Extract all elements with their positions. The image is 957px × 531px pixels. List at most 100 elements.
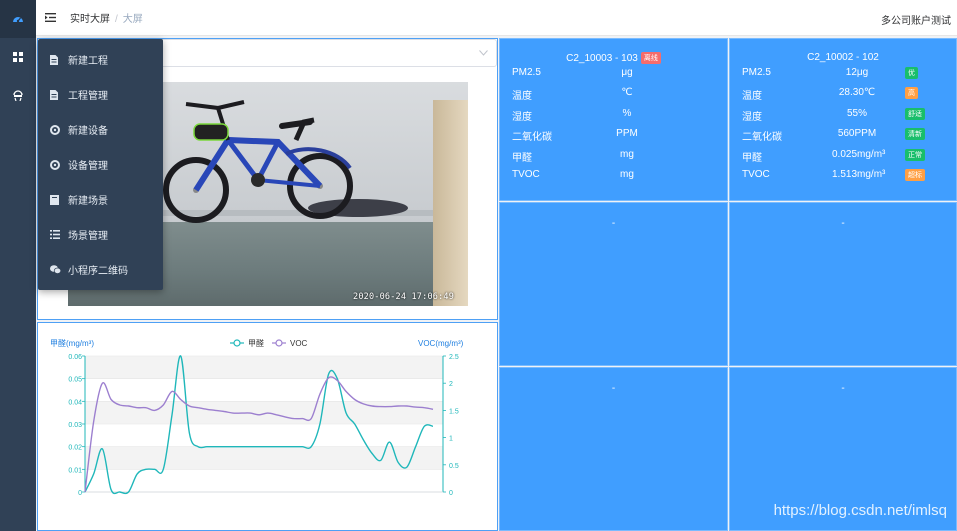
breadcrumb-item-realtime[interactable]: 实时大屏 <box>70 14 110 25</box>
menu-item-scene-management[interactable]: 场景管理 <box>38 217 163 252</box>
reading-value: mg <box>620 169 634 180</box>
crosshair-icon <box>50 159 68 170</box>
wechat-icon <box>50 265 68 274</box>
reading-value: mg <box>620 149 634 160</box>
device-tile[interactable]: C2_10002 - 102 PM2.5 12μg 优温度 28.30℃ 高湿度 55% 舒… <box>729 38 957 201</box>
y-tick-left: 0.05 <box>68 377 82 384</box>
menu-item-miniprogram-qrcode[interactable]: 小程序二维码 <box>38 252 163 287</box>
user-icon[interactable] <box>0 76 36 114</box>
y-tick-left: 0.01 <box>68 467 82 474</box>
reading-label: PM2.5 <box>512 67 541 78</box>
top-bar: 实时大屏 / 大屏 多公司账户测试 <box>36 0 957 36</box>
menu-item-label: 场景管理 <box>68 231 108 242</box>
menu-fold-icon[interactable] <box>36 13 64 22</box>
y-tick-left: 0 <box>78 490 82 497</box>
menu-item-label: 新建工程 <box>68 56 108 67</box>
reading-row: 二氧化碳 PPM <box>512 128 727 143</box>
empty-device-tile[interactable]: - <box>499 202 728 366</box>
y-tick-right: 1.5 <box>449 408 459 415</box>
reading-value: 560PPM <box>837 128 877 139</box>
reading-row: 甲醛 mg <box>512 149 727 164</box>
grid-band <box>85 356 443 379</box>
y-tick-right: 1 <box>449 436 453 443</box>
menu-item-project-management[interactable]: 工程管理 <box>38 77 163 112</box>
reading-label: PM2.5 <box>742 67 771 78</box>
reading-value: 1.513mg/m³ <box>832 169 886 180</box>
reading-row: 二氧化碳 560PPM 清新 <box>742 128 956 143</box>
reading-row: PM2.5 12μg 优 <box>742 67 956 81</box>
placeholder-dash: - <box>611 218 616 229</box>
chevron-down-icon <box>479 48 488 58</box>
document-icon <box>50 89 68 100</box>
empty-device-tile[interactable]: - <box>499 367 728 531</box>
menu-item-label: 工程管理 <box>68 91 108 102</box>
status-badge-offline: 离线 <box>640 52 661 64</box>
y-tick-left: 0.06 <box>68 354 82 361</box>
reading-label: 甲醛 <box>742 153 762 164</box>
reading-row: TVOC mg <box>512 169 727 183</box>
reading-value: μg <box>621 67 633 78</box>
reading-status-badge: 清新 <box>905 128 925 140</box>
reading-label: 二氧化碳 <box>512 132 552 143</box>
nav-dropdown-menu: 新建工程 工程管理 新建设备 设备管理 新建场景 场景管理 小程序二维码 <box>38 39 163 290</box>
legend-item-formaldehyde[interactable]: 甲醛 <box>248 338 264 348</box>
account-name[interactable]: 多公司账户测试 <box>881 12 951 27</box>
grid-icon[interactable] <box>0 38 36 76</box>
device-tile[interactable]: C2_10003 - 103 离线 PM2.5 μg 温度 ℃ 湿度% 二氧化碳 PPM 甲醛 m… <box>499 38 728 201</box>
reading-row: 甲醛 0.025mg/m³ 正常 <box>742 149 956 164</box>
line-chart: 甲醛(mg/m³) VOC(mg/m³) 甲醛 VOC 0 0.01 0.02 0.0… <box>50 338 464 497</box>
reading-status-badge: 高 <box>905 87 918 99</box>
watermark: https://blog.csdn.net/imlsq <box>773 502 947 519</box>
placeholder-dash: - <box>841 218 845 229</box>
reading-row: 湿度 55% 舒适 <box>742 108 956 123</box>
menu-item-device-management[interactable]: 设备管理 <box>38 147 163 182</box>
reading-label: 温度 <box>512 91 532 102</box>
reading-row: PM2.5 μg <box>512 67 727 81</box>
breadcrumb-separator: / <box>115 14 118 25</box>
y-tick-left: 0.04 <box>68 399 82 406</box>
reading-value: ℃ <box>621 87 633 98</box>
menu-item-label: 新建场景 <box>68 196 108 207</box>
y-tick-left: 0.03 <box>68 422 82 429</box>
reading-row: 温度 ℃ <box>512 87 727 102</box>
y-tick-left: 0.02 <box>68 445 82 452</box>
reading-value: PPM <box>616 128 638 139</box>
breadcrumb-item-screen: 大屏 <box>122 14 143 25</box>
crosshair-icon <box>50 124 68 135</box>
reading-row: 湿度% <box>512 108 727 123</box>
reading-label: 二氧化碳 <box>742 132 782 143</box>
reading-status-badge: 超标 <box>905 169 925 181</box>
empty-device-tile[interactable]: - <box>729 202 957 366</box>
menu-item-label: 设备管理 <box>68 161 108 172</box>
legend-marker-voc <box>275 339 283 347</box>
menu-item-new-scene[interactable]: 新建场景 <box>38 182 163 217</box>
reading-value: % <box>622 108 632 119</box>
dashboard-icon[interactable] <box>0 0 36 38</box>
reading-row: TVOC 1.513mg/m³ 超标 <box>742 169 956 183</box>
menu-item-new-project[interactable]: 新建工程 <box>38 42 163 77</box>
air-quality-chart-card: 甲醛(mg/m³) VOC(mg/m³) 甲醛 VOC 0 0.01 0.02 0.0… <box>37 322 498 531</box>
menu-item-new-device[interactable]: 新建设备 <box>38 112 163 147</box>
grid-band <box>85 401 443 424</box>
reading-status-badge: 优 <box>905 67 918 79</box>
list-icon <box>50 230 68 239</box>
y-axis-right-label: VOC(mg/m³) <box>418 339 464 348</box>
menu-item-label: 新建设备 <box>68 126 108 137</box>
chart-legend[interactable]: 甲醛 VOC <box>230 338 308 348</box>
menu-item-label: 小程序二维码 <box>68 266 128 277</box>
device-title: C2_10003 - 103 离线 <box>500 52 727 64</box>
grid-band <box>85 446 443 470</box>
placeholder-dash: - <box>841 383 845 394</box>
reading-label: TVOC <box>742 169 770 180</box>
side-rail <box>0 0 36 531</box>
reading-value: 0.025mg/m³ <box>832 149 886 160</box>
reading-value: 28.30℃ <box>838 87 876 98</box>
reading-label: 湿度 <box>742 112 762 123</box>
legend-item-voc[interactable]: VOC <box>290 339 308 348</box>
reading-label: 湿度 <box>512 112 532 123</box>
document-icon <box>50 54 68 65</box>
board-icon <box>50 194 68 205</box>
y-axis-left-label: 甲醛(mg/m³) <box>50 338 94 348</box>
empty-device-tile[interactable]: - https://blog.csdn.net/imlsq <box>729 367 957 531</box>
reading-label: 温度 <box>742 91 762 102</box>
